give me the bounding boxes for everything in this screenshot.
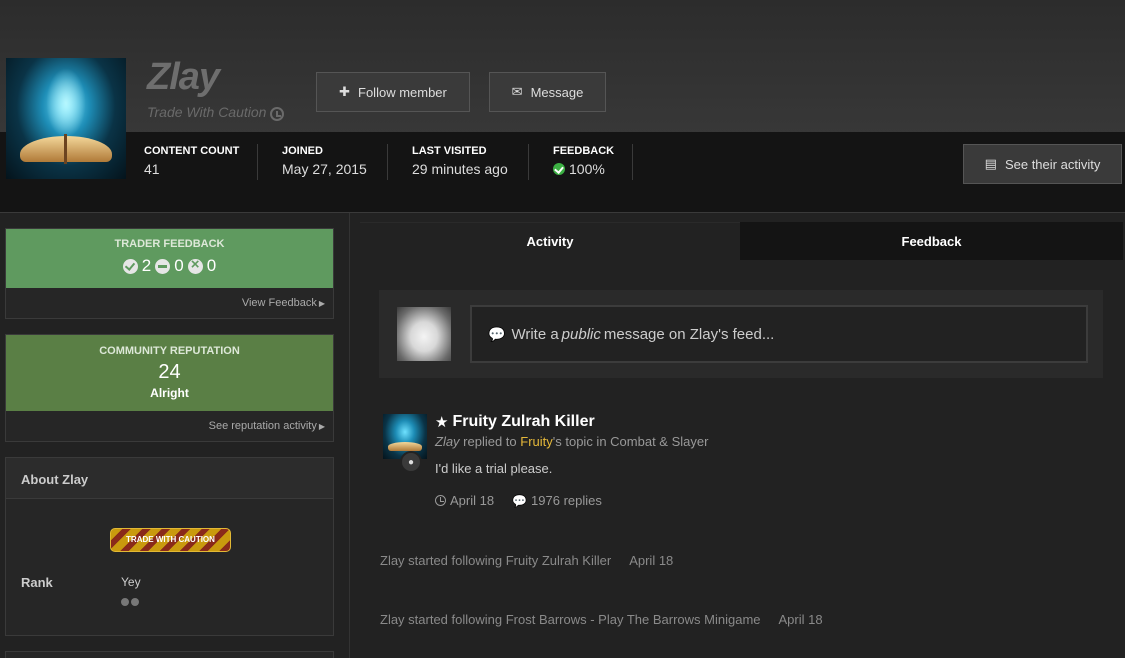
feedback-percent: 100% xyxy=(569,161,605,177)
status-update-input[interactable]: 💬 Write a public message on Zlay's feed.… xyxy=(470,305,1088,363)
rank-pip xyxy=(131,598,139,606)
stat-divider xyxy=(257,144,258,180)
reputation-activity-link[interactable]: See reputation activity ▶ xyxy=(6,411,333,432)
see-activity-button[interactable]: ▤ See their activity xyxy=(963,144,1122,184)
reputation-panel: Community Reputation 24 Alright See repu… xyxy=(5,334,334,442)
stat-divider xyxy=(632,144,633,180)
check-circle-icon xyxy=(553,163,565,175)
stat-value: 29 minutes ago xyxy=(412,161,508,177)
post-author-link[interactable]: Zlay xyxy=(435,434,460,449)
stat-feedback: Feedback 100% xyxy=(553,145,614,181)
view-feedback-link[interactable]: View Feedback ▶ xyxy=(6,288,333,309)
feedback-counts: 2 0 0 xyxy=(6,256,333,276)
newspaper-icon: ▤ xyxy=(984,156,997,171)
rank-label: Rank xyxy=(21,575,53,590)
caret-right-icon: ▶ xyxy=(318,299,325,308)
stream-item-date: April 18 xyxy=(778,612,823,627)
add-user-icon: ✚ xyxy=(339,84,351,99)
reputation-level: Alright xyxy=(150,386,189,400)
header-divider xyxy=(0,212,1125,213)
reputation-summary: Community Reputation 24 Alright xyxy=(6,335,333,411)
stat-content-count: Content Count 41 xyxy=(144,145,239,181)
avatar-glow xyxy=(46,68,86,138)
negative-count: 0 xyxy=(206,256,217,275)
post-topic-text: 's topic in Combat & Slayer xyxy=(552,434,709,449)
stat-value: 100% xyxy=(553,161,614,177)
about-heading: About Zlay xyxy=(6,458,333,499)
rank-pip xyxy=(121,598,129,606)
post-body: I'd like a trial please. xyxy=(435,461,553,476)
post-title-text: Fruity Zulrah Killer xyxy=(452,413,595,430)
comment-icon: 💬 xyxy=(512,494,528,508)
profile-avatar[interactable] xyxy=(6,58,126,179)
status-placeholder-emphasis: public xyxy=(561,325,601,343)
tab-activity[interactable]: Activity xyxy=(360,222,740,260)
post-replies-text: 1976 replies xyxy=(531,493,602,508)
positive-icon xyxy=(122,258,138,274)
viewer-avatar[interactable] xyxy=(397,307,451,361)
status-placeholder-suffix: message on Zlay's feed... xyxy=(603,325,775,343)
envelope-icon: ✉ xyxy=(511,84,523,99)
status-placeholder-prefix: Write a xyxy=(511,325,559,343)
comment-icon: 💬 xyxy=(488,325,506,342)
follow-member-button[interactable]: ✚ Follow member xyxy=(316,72,470,112)
see-activity-label: See their activity xyxy=(1004,156,1101,172)
follow-member-label: Follow member xyxy=(358,84,447,100)
post-target-user-link[interactable]: Fruity xyxy=(520,434,553,449)
stat-label: Joined xyxy=(282,145,323,157)
status-composer: 💬 Write a public message on Zlay's feed.… xyxy=(379,290,1103,378)
rank-value: Yey xyxy=(121,575,141,589)
reputation-value: 24 xyxy=(158,361,181,383)
positive-count: 2 xyxy=(141,256,152,275)
post-meta: Zlay replied to Fruity's topic in Combat… xyxy=(435,434,708,449)
post-title[interactable]: ★ Fruity Zulrah Killer xyxy=(435,413,595,431)
trader-feedback-panel: Trader Feedback 2 0 0 View Feedback▶ xyxy=(5,228,334,319)
message-label: Message xyxy=(530,84,584,100)
stream-item: Zlay started following Fruity Zulrah Kil… xyxy=(380,553,673,568)
negative-icon xyxy=(187,256,203,274)
post-meta-verb: replied to xyxy=(459,434,521,449)
stream-item-text[interactable]: Zlay started following Frost Barrows - P… xyxy=(380,612,761,627)
avatar-book xyxy=(388,442,422,451)
neutral-count: 0 xyxy=(174,256,184,275)
column-divider xyxy=(349,213,350,658)
next-sidebar-panel xyxy=(5,651,334,658)
stream-item-text[interactable]: Zlay started following Fruity Zulrah Kil… xyxy=(380,553,611,568)
reputation-caption: Community Reputation xyxy=(99,345,240,357)
tab-feedback[interactable]: Feedback xyxy=(740,222,1123,260)
post-date-text: April 18 xyxy=(450,493,495,508)
avatar-book-spine xyxy=(64,134,67,164)
stream-item: Zlay started following Frost Barrows - P… xyxy=(380,612,823,627)
stat-divider xyxy=(387,144,388,180)
neutral-icon xyxy=(155,258,171,274)
about-panel: About Zlay TRADE WITH CAUTION Rank Yey xyxy=(5,457,334,636)
stat-label: Feedback xyxy=(553,145,615,157)
trade-caution-badge: TRADE WITH CAUTION xyxy=(110,528,231,552)
stat-value: 41 xyxy=(144,161,160,177)
post-footer: April 18 💬 1976 replies xyxy=(435,493,602,508)
stat-label: Last Visited xyxy=(412,145,487,157)
profile-username: Zlay xyxy=(147,56,220,98)
view-feedback-label: View Feedback xyxy=(241,297,317,309)
stream-item-date: April 18 xyxy=(629,553,674,568)
clock-icon xyxy=(435,495,446,506)
reputation-activity-label: See reputation activity xyxy=(208,420,317,432)
comment-type-icon: ● xyxy=(400,451,422,473)
star-icon: ★ xyxy=(435,414,449,431)
message-button[interactable]: ✉ Message xyxy=(489,72,606,112)
trader-feedback-summary: Trader Feedback 2 0 0 xyxy=(6,229,333,288)
stat-last-visited: Last Visited 29 minutes ago xyxy=(412,145,508,181)
rank-pips xyxy=(121,598,139,606)
profile-user-title: Trade With Caution xyxy=(147,104,267,120)
trader-feedback-caption: Trader Feedback xyxy=(114,238,225,250)
post-replies[interactable]: 💬 1976 replies xyxy=(512,493,602,508)
post-date[interactable]: April 18 xyxy=(435,493,494,508)
caret-right-icon: ▶ xyxy=(318,422,325,431)
stat-value: May 27, 2015 xyxy=(282,161,367,177)
stat-divider xyxy=(528,144,529,180)
stat-label: Content Count xyxy=(144,145,240,157)
history-icon[interactable] xyxy=(270,107,284,121)
stat-joined: Joined May 27, 2015 xyxy=(282,145,367,181)
